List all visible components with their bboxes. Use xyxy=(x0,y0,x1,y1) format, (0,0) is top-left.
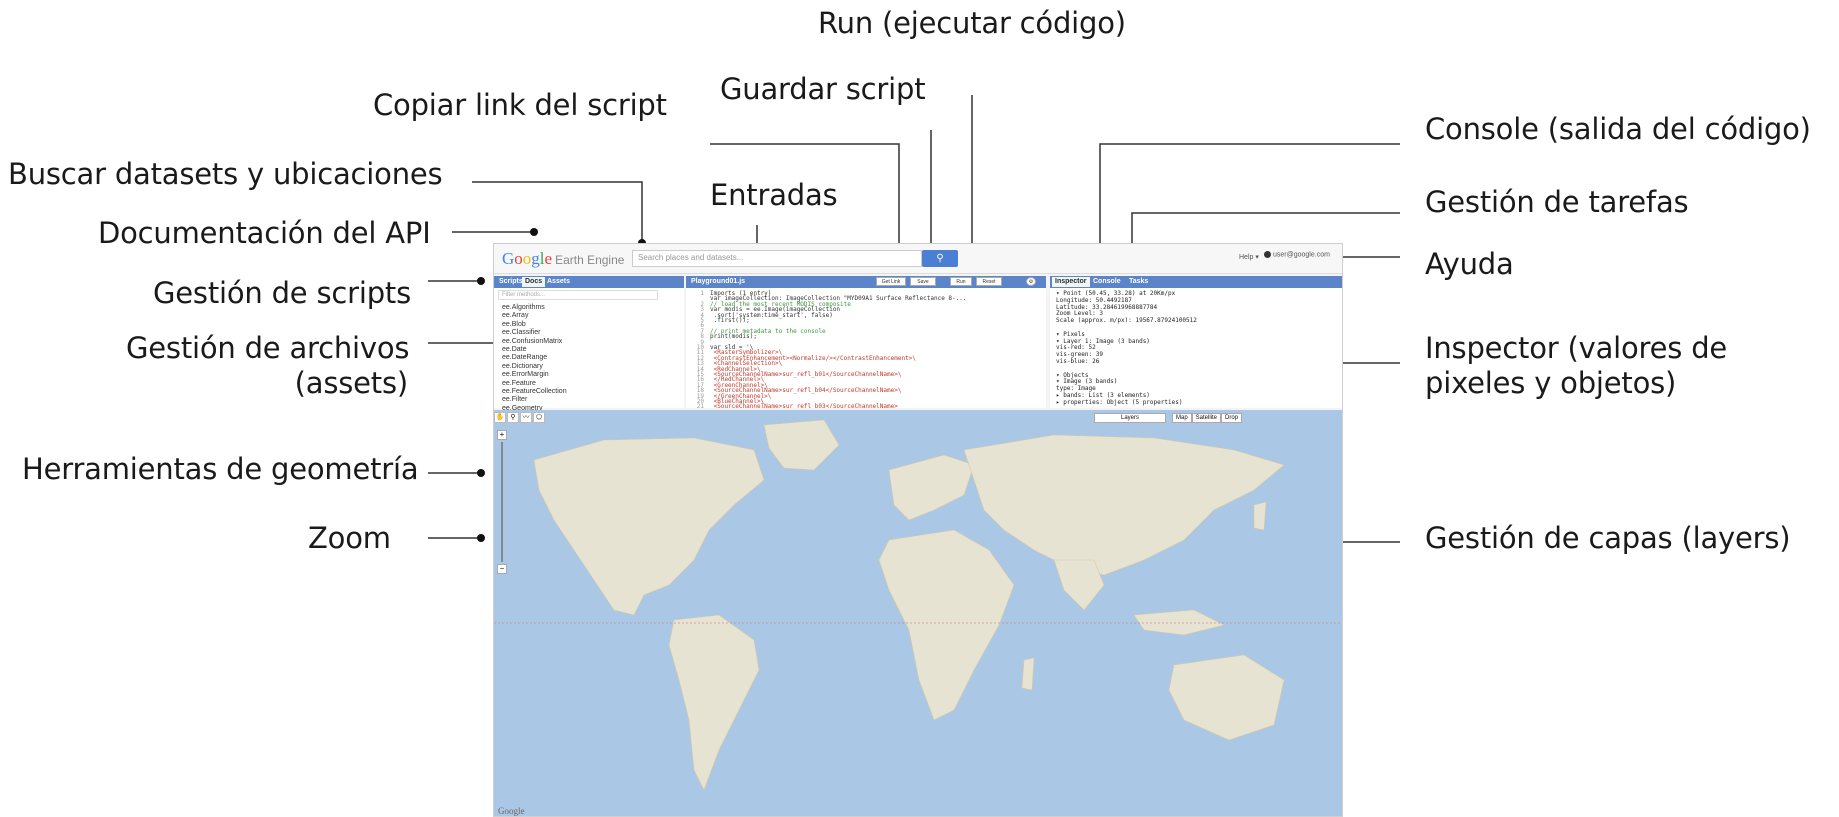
docs-list-item[interactable]: ee.FeatureCollection xyxy=(502,388,567,395)
callout-geometry: Herramientas de geometría xyxy=(22,452,419,486)
zoom-slider[interactable] xyxy=(501,442,503,562)
docs-list-item[interactable]: ee.Dictionary xyxy=(502,363,543,370)
search-input[interactable]: Search places and datasets... xyxy=(632,250,922,267)
map-type-drop[interactable]: Drop xyxy=(1221,413,1243,423)
callout-assets-line1: Gestión de archivos xyxy=(126,331,410,365)
asia-shape xyxy=(963,434,1285,576)
europe-shape xyxy=(888,454,975,521)
south-america-shape xyxy=(668,614,760,791)
docs-list-item[interactable]: ee.Feature xyxy=(502,380,536,387)
callout-inspector-line1: Inspector (valores de xyxy=(1425,331,1728,365)
code-editor[interactable]: 1 Imports (1 entry) var imageCollection: I… xyxy=(686,288,1046,408)
get-link-button[interactable]: Get Link xyxy=(876,277,906,286)
callout-console: Console (salida del código) xyxy=(1425,112,1811,146)
zoom-out-button[interactable]: − xyxy=(497,564,507,574)
map-area[interactable]: ✋ ⚲ 〰 ⬠ + − Layers Map Satellite Drop Go… xyxy=(494,410,1342,816)
help-menu[interactable]: Help ▾ xyxy=(1239,253,1259,261)
tab-assets[interactable]: Assets xyxy=(544,277,573,287)
world-map xyxy=(494,419,1342,791)
madagascar-shape xyxy=(1021,657,1035,691)
docs-list-item[interactable]: ee.Filter xyxy=(502,396,527,403)
callout-inspector: Inspector (valores de pixeles y objetos) xyxy=(1425,331,1727,401)
earth-engine-screenshot: Google Earth Engine Search places and dat… xyxy=(493,243,1343,817)
hand-icon[interactable]: ✋ xyxy=(494,412,506,423)
docs-list-item[interactable]: ee.DateRange xyxy=(502,354,547,361)
tab-tasks[interactable]: Tasks xyxy=(1126,277,1151,287)
zoom-control: + − xyxy=(497,430,507,580)
docs-list-item[interactable]: ee.ErrorMargin xyxy=(502,371,549,378)
docs-list-item[interactable]: ee.Classifier xyxy=(502,329,541,336)
save-button[interactable]: Save xyxy=(910,277,936,286)
ee-header: Google Earth Engine Search places and dat… xyxy=(494,244,1342,274)
reset-button[interactable]: Reset xyxy=(976,277,1002,286)
inspector-line: vis-blue: 26 xyxy=(1056,358,1100,365)
indonesia-shape xyxy=(1133,609,1225,636)
callout-assets-line2: (assets) xyxy=(294,365,409,400)
callout-scripts: Gestión de scripts xyxy=(153,276,411,310)
inspector-panel: ▾ Point (50.45, 33.28) at 20Km/px Longit… xyxy=(1050,288,1342,408)
right-panel-tabs: Inspector Console Tasks xyxy=(1050,276,1342,288)
callout-inputs: Entradas xyxy=(710,178,838,212)
polygon-icon[interactable]: ⬠ xyxy=(533,412,545,423)
callout-help: Ayuda xyxy=(1425,247,1514,281)
australia-shape xyxy=(1168,654,1285,741)
callout-layers: Gestión de capas (layers) xyxy=(1425,521,1791,555)
africa-shape xyxy=(878,529,1015,721)
gear-icon[interactable]: ⚙ xyxy=(1026,277,1036,286)
code-editor-header: Playground01.js Get Link Save Run Reset … xyxy=(686,276,1046,288)
polyline-icon[interactable]: 〰 xyxy=(520,412,532,423)
docs-list-item[interactable]: ee.Date xyxy=(502,346,527,353)
account-menu[interactable]: user@google.com xyxy=(1264,251,1330,258)
left-panel-tabs: Scripts Docs Assets xyxy=(494,276,684,288)
google-earth-engine-logo: Google Earth Engine xyxy=(502,249,625,268)
map-type-control: Map Satellite Drop xyxy=(1172,413,1243,423)
callout-assets: Gestión de archivos (assets) xyxy=(126,331,410,401)
callout-inspector-line2: pixeles y objetos) xyxy=(1425,365,1677,400)
avatar xyxy=(1264,251,1271,258)
callout-save-script: Guardar script xyxy=(720,72,926,106)
search-button[interactable]: ⚲ xyxy=(922,250,958,267)
callout-copy-link: Copiar link del script xyxy=(373,88,667,122)
japan-shape xyxy=(1253,501,1267,531)
map-type-satellite[interactable]: Satellite xyxy=(1191,413,1222,423)
script-name: Playground01.js xyxy=(691,278,746,285)
greenland-shape xyxy=(763,419,840,471)
docs-list-item[interactable]: ee.Blob xyxy=(502,321,526,328)
north-america-shape xyxy=(533,437,765,616)
callout-run: Run (ejecutar código) xyxy=(818,6,1126,40)
search-icon: ⚲ xyxy=(936,253,944,264)
callout-api-docs: Documentación del API xyxy=(98,216,431,250)
callout-search: Buscar datasets y ubicaciones xyxy=(8,157,443,191)
docs-list-item[interactable]: ee.Array xyxy=(502,312,528,319)
docs-panel: Filter methods... ee.Algorithms ee.Array e… xyxy=(494,288,684,412)
callout-zoom: Zoom xyxy=(308,521,391,555)
google-watermark: Google xyxy=(498,806,525,816)
india-shape xyxy=(1053,559,1105,611)
geometry-tools: ✋ ⚲ 〰 ⬠ xyxy=(494,412,545,424)
inspector-line: ▸ properties: Object (5 properties) xyxy=(1056,398,1183,406)
code-line[interactable]: 21 <SourceChannelName>sur_refl_b03</Sour… xyxy=(688,403,898,408)
layers-dropdown[interactable]: Layers xyxy=(1094,413,1166,423)
point-marker-icon[interactable]: ⚲ xyxy=(507,412,519,423)
docs-list-item[interactable]: ee.Algorithms xyxy=(502,304,545,311)
inspector-line: Scale (approx. m/px): 19567.87924100512 xyxy=(1056,317,1197,325)
tab-console[interactable]: Console xyxy=(1090,277,1124,287)
docs-list-item[interactable]: ee.ConfusionMatrix xyxy=(502,338,562,345)
tab-docs[interactable]: Docs xyxy=(522,277,546,287)
filter-methods-input[interactable]: Filter methods... xyxy=(498,290,658,300)
zoom-in-button[interactable]: + xyxy=(497,430,507,440)
map-type-map[interactable]: Map xyxy=(1172,413,1192,423)
callout-tasks: Gestión de tarefas xyxy=(1425,185,1689,219)
run-button[interactable]: Run xyxy=(950,277,972,286)
tab-inspector[interactable]: Inspector xyxy=(1052,277,1090,287)
